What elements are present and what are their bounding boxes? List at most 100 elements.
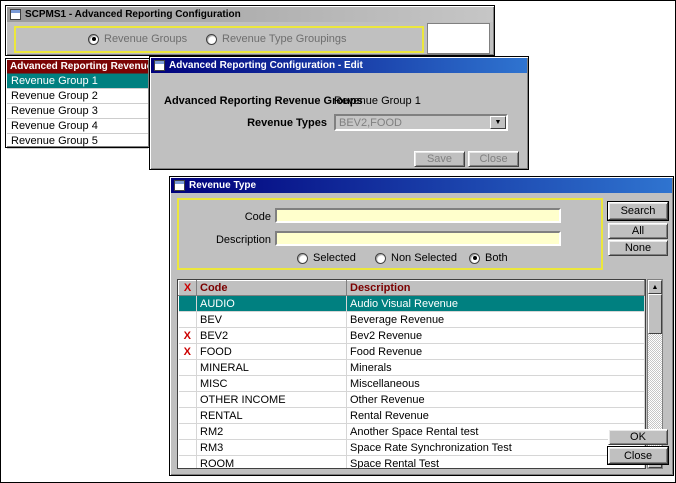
radio-icon <box>297 253 308 264</box>
cell-desc: Rental Revenue <box>347 408 645 424</box>
code-input[interactable] <box>275 208 561 223</box>
radio-non-selected[interactable]: Non Selected <box>375 252 457 264</box>
description-column-header[interactable]: Description <box>347 281 645 296</box>
table-row[interactable]: OTHER INCOMEOther Revenue <box>179 392 645 408</box>
mark-column-header[interactable]: X <box>179 281 197 296</box>
revenue-type-titlebar[interactable]: Revenue Type <box>171 178 672 193</box>
mode-group-frame: Revenue Groups Revenue Type Groupings <box>14 26 424 53</box>
scrollbar-thumb[interactable] <box>648 294 662 334</box>
radio-non-selected-label: Non Selected <box>391 252 457 264</box>
edit-titlebar[interactable]: Advanced Reporting Configuration - Edit <box>151 58 527 73</box>
list-item[interactable]: Revenue Group 4 <box>7 119 148 134</box>
chevron-down-icon: ▼ <box>495 119 502 126</box>
table-row[interactable]: RENTALRental Revenue <box>179 408 645 424</box>
cell-desc: Food Revenue <box>347 344 645 360</box>
radio-selected[interactable]: Selected <box>297 252 356 264</box>
code-label: Code <box>187 211 271 223</box>
description-input[interactable] <box>275 231 561 246</box>
table-row[interactable]: BEVBeverage Revenue <box>179 312 645 328</box>
revenue-types-combo[interactable]: BEV2,FOOD ▼ <box>334 114 508 131</box>
cell-desc: Bev2 Revenue <box>347 328 645 344</box>
cell-code: MINERAL <box>197 360 347 376</box>
cell-mark: X <box>179 328 197 344</box>
cell-desc: Beverage Revenue <box>347 312 645 328</box>
save-button[interactable]: Save <box>414 151 465 167</box>
revenue-types-value: BEV2,FOOD <box>336 117 490 129</box>
list-item[interactable]: Revenue Group 3 <box>7 104 148 119</box>
cell-mark <box>179 360 197 376</box>
main-window-title: SCPMS1 - Advanced Reporting Configuratio… <box>25 9 241 20</box>
revenue-type-close-button[interactable]: Close <box>608 447 668 464</box>
radio-selected-label: Selected <box>313 252 356 264</box>
cell-code: RENTAL <box>197 408 347 424</box>
description-label: Description <box>187 234 271 246</box>
window-revenue-type: Revenue Type Code Description Selected N… <box>169 176 674 476</box>
list-item[interactable]: Revenue Group 2 <box>7 89 148 104</box>
cell-desc: Space Rental Test <box>347 456 645 470</box>
radio-icon <box>206 34 217 45</box>
window-icon <box>154 60 165 71</box>
table-row[interactable]: RM2Another Space Rental test <box>179 424 645 440</box>
group-list-titlebar[interactable]: Advanced Reporting Revenue Gr <box>7 60 148 73</box>
cell-mark <box>179 408 197 424</box>
radio-revenue-groups[interactable]: Revenue Groups <box>88 33 187 45</box>
cell-code: MISC <box>197 376 347 392</box>
ok-button[interactable]: OK <box>608 429 668 445</box>
cell-mark <box>179 296 197 312</box>
cell-desc: Miscellaneous <box>347 376 645 392</box>
radio-revenue-type-groupings-label: Revenue Type Groupings <box>222 33 347 45</box>
window-icon <box>174 180 185 191</box>
radio-icon <box>88 34 99 45</box>
revenue-type-table-body: AUDIOAudio Visual RevenueBEVBeverage Rev… <box>179 296 645 470</box>
list-item[interactable]: Revenue Group 5 <box>7 134 148 149</box>
cell-mark <box>179 312 197 328</box>
list-item[interactable]: Revenue Group 1 <box>7 74 148 89</box>
cell-mark: X <box>179 344 197 360</box>
table-row[interactable]: XBEV2Bev2 Revenue <box>179 328 645 344</box>
revenue-type-title: Revenue Type <box>189 180 256 191</box>
radio-revenue-type-groupings[interactable]: Revenue Type Groupings <box>206 33 347 45</box>
edit-window-title: Advanced Reporting Configuration - Edit <box>169 60 363 71</box>
side-panel <box>427 23 490 54</box>
revenue-type-table-wrap: X Code Description AUDIOAudio Visual Rev… <box>177 279 646 469</box>
cell-code: OTHER INCOME <box>197 392 347 408</box>
table-row[interactable]: AUDIOAudio Visual Revenue <box>179 296 645 312</box>
code-column-header[interactable]: Code <box>197 281 347 296</box>
table-row[interactable]: ROOMSpace Rental Test <box>179 456 645 470</box>
arrow-up-icon: ▲ <box>652 284 659 291</box>
window-main: SCPMS1 - Advanced Reporting Configuratio… <box>5 5 495 56</box>
table-row[interactable]: RM3Space Rate Synchronization Test <box>179 440 645 456</box>
window-edit: Advanced Reporting Configuration - Edit … <box>149 56 529 170</box>
main-titlebar[interactable]: SCPMS1 - Advanced Reporting Configuratio… <box>7 7 493 22</box>
cell-desc: Audio Visual Revenue <box>347 296 645 312</box>
cell-desc: Space Rate Synchronization Test <box>347 440 645 456</box>
cell-mark <box>179 456 197 470</box>
table-row[interactable]: MINERALMinerals <box>179 360 645 376</box>
cell-desc: Another Space Rental test <box>347 424 645 440</box>
cell-code: RM3 <box>197 440 347 456</box>
table-row[interactable]: MISCMiscellaneous <box>179 376 645 392</box>
search-button[interactable]: Search <box>608 202 668 220</box>
radio-icon <box>375 253 386 264</box>
cell-code: AUDIO <box>197 296 347 312</box>
none-button[interactable]: None <box>608 240 668 256</box>
window-icon <box>10 9 21 20</box>
table-row[interactable]: XFOODFood Revenue <box>179 344 645 360</box>
search-criteria-frame: Code Description Selected Non Selected B… <box>177 198 603 270</box>
combo-dropdown-button[interactable]: ▼ <box>490 116 506 129</box>
group-list-title: Advanced Reporting Revenue Gr <box>10 61 148 72</box>
screen: SCPMS1 - Advanced Reporting Configuratio… <box>0 0 676 483</box>
cell-desc: Other Revenue <box>347 392 645 408</box>
scroll-up-button[interactable]: ▲ <box>648 280 662 294</box>
radio-icon <box>469 253 480 264</box>
edit-close-button[interactable]: Close <box>468 151 519 167</box>
cell-mark <box>179 424 197 440</box>
radio-both-label: Both <box>485 252 508 264</box>
table-header-row: X Code Description <box>179 281 645 296</box>
revenue-types-label: Revenue Types <box>245 117 327 129</box>
radio-revenue-groups-label: Revenue Groups <box>104 33 187 45</box>
cell-code: BEV2 <box>197 328 347 344</box>
all-button[interactable]: All <box>608 223 668 239</box>
radio-both[interactable]: Both <box>469 252 508 264</box>
cell-mark <box>179 392 197 408</box>
